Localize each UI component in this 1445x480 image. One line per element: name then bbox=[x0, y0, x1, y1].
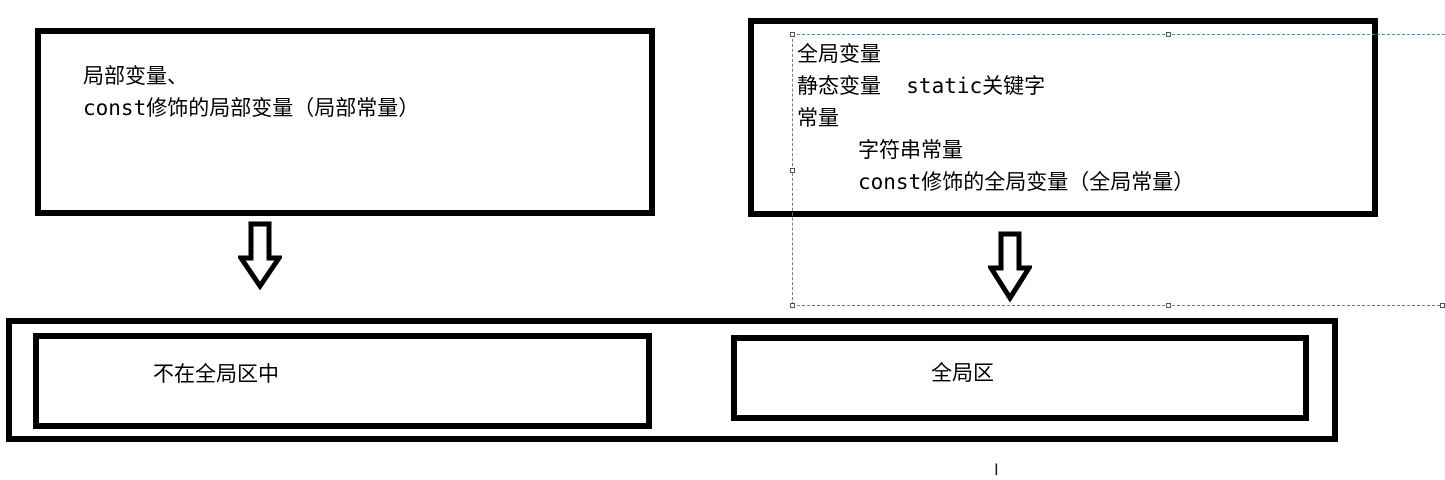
local-variables-line-2: const修饰的局部变量（局部常量） bbox=[83, 96, 420, 120]
global-variables-line-1: 全局变量 bbox=[797, 42, 881, 66]
selection-handle-bottom-right[interactable] bbox=[1440, 303, 1445, 308]
alignment-guide-line bbox=[792, 34, 1445, 35]
selection-handle-bottom-middle[interactable] bbox=[1166, 303, 1171, 308]
selection-handle-top-left[interactable] bbox=[790, 32, 795, 37]
selection-handle-left-middle[interactable] bbox=[790, 168, 795, 173]
global-variables-line-2: 静态变量 static关键字 bbox=[797, 74, 1046, 98]
non-global-region-label: 不在全局区中 bbox=[153, 362, 279, 386]
non-global-region-box bbox=[33, 333, 652, 429]
down-arrow-right-icon bbox=[988, 231, 1032, 302]
selection-handle-bottom-left[interactable] bbox=[790, 303, 795, 308]
text-cursor-icon: I bbox=[994, 460, 999, 479]
selection-frame-bottom-edge bbox=[792, 305, 1445, 306]
global-variables-subline-1: 字符串常量 bbox=[858, 138, 963, 162]
global-region-box bbox=[731, 335, 1309, 421]
local-variables-line-1: 局部变量、 bbox=[83, 64, 188, 88]
down-arrow-left-icon bbox=[238, 221, 282, 290]
global-variables-subline-2: const修饰的全局变量（全局常量） bbox=[858, 170, 1195, 194]
global-region-label: 全局区 bbox=[931, 361, 994, 385]
global-variables-line-3: 常量 bbox=[797, 106, 839, 130]
selection-handle-top-middle[interactable] bbox=[1166, 32, 1171, 37]
